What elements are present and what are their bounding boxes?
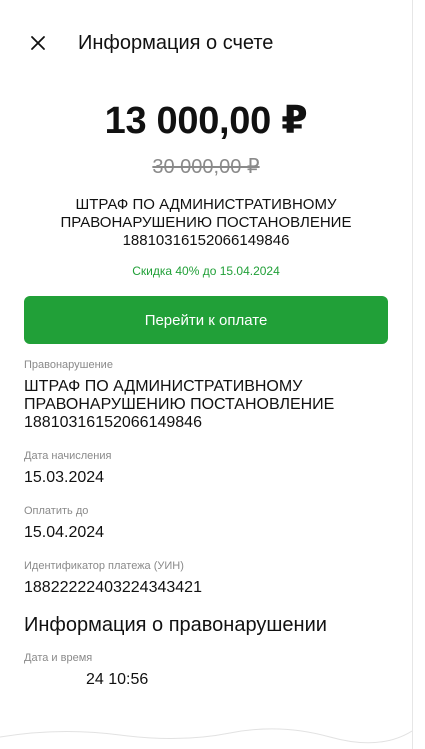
amount-current: 13 000,00 ₽ [104, 100, 308, 142]
payment-purpose: ШТРАФ ПО АДМИНИСТРАТИВНОМУ ПРАВОНАРУШЕНИ… [60, 196, 352, 249]
field-charge-date: Дата начисления 15.03.2024 [24, 449, 412, 487]
page-title: Информация о счете [78, 31, 274, 54]
field-value: 24 10:56 [86, 671, 149, 688]
pay-button[interactable]: Перейти к оплате [24, 296, 388, 344]
field-value: 15.04.2024 [24, 524, 105, 541]
field-label: Правонарушение [24, 359, 113, 371]
close-button[interactable] [24, 29, 52, 57]
details-list: Правонарушение ШТРАФ ПО АДМИНИСТРАТИВНОМ… [0, 358, 412, 597]
field-value: ШТРАФ ПО АДМИНИСТРАТИВНОМУ ПРАВОНАРУШЕНИ… [24, 378, 335, 431]
invoice-screen: Информация о счете 13 000,00 ₽ 30 000,00… [0, 0, 413, 749]
close-icon [31, 36, 45, 50]
header: Информация о счете [0, 0, 412, 86]
field-label: Дата и время [24, 652, 93, 664]
offense-details: Дата и время 24 10:56 [0, 651, 412, 689]
amount-block: 13 000,00 ₽ 30 000,00 ₽ [0, 86, 412, 178]
field-datetime: Дата и время 24 10:56 [24, 651, 412, 689]
field-due-date: Оплатить до 15.04.2024 [24, 504, 412, 542]
field-label: Идентификатор платежа (УИН) [24, 560, 184, 572]
torn-edge [0, 728, 412, 749]
offense-section-title: Информация о правонарушении [24, 614, 327, 636]
field-label: Дата начисления [24, 450, 112, 462]
field-uin: Идентификатор платежа (УИН) 188222224032… [24, 559, 412, 597]
field-value: 18822222403224343421 [24, 579, 202, 596]
field-offense: Правонарушение ШТРАФ ПО АДМИНИСТРАТИВНОМ… [24, 358, 412, 432]
amount-old: 30 000,00 ₽ [152, 156, 260, 178]
discount-note: Скидка 40% до 15.04.2024 [132, 264, 280, 278]
field-label: Оплатить до [24, 505, 89, 517]
field-value: 15.03.2024 [24, 469, 105, 486]
